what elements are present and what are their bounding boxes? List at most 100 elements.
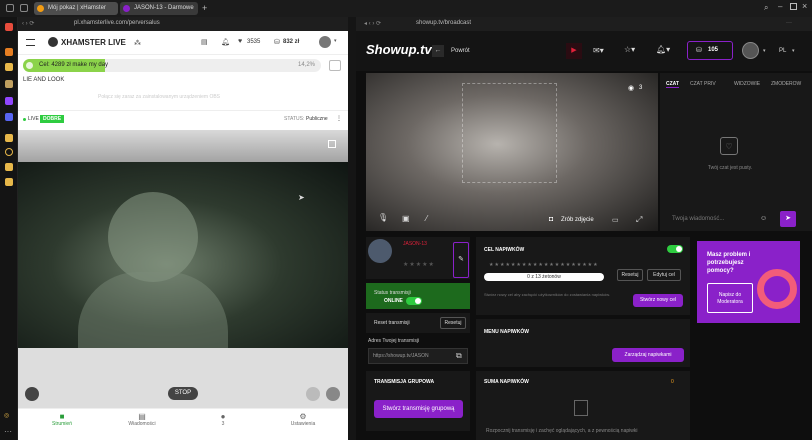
mail-icon[interactable]: ✉▾ [593, 46, 604, 55]
profile-card: JASON-13 ★★★★★ ✎ [366, 237, 470, 279]
pip-icon[interactable]: ▭ [612, 216, 619, 224]
edit-profile-icon[interactable]: ✎ [453, 242, 469, 278]
record-icon[interactable]: ▶ [566, 43, 582, 59]
take-photo-button[interactable]: Zrób zdjęcie [561, 217, 594, 223]
browser-menu-icon[interactable] [6, 4, 14, 12]
twitch-icon[interactable] [5, 97, 13, 105]
chevron-down-icon[interactable]: ▾ [763, 48, 766, 54]
nav-messages[interactable]: ▤ Wiadomości [122, 412, 162, 427]
language-select[interactable]: PL [779, 48, 786, 54]
webcam-video[interactable]: ➤ [18, 162, 348, 348]
settings-icon[interactable] [326, 387, 340, 401]
sidebar-app-icon[interactable] [5, 63, 13, 71]
nav-stream[interactable]: ■ Strumień [42, 412, 82, 427]
back-arrow-icon[interactable]: ← [432, 45, 444, 57]
create-group-button[interactable]: Stwórz transmisję grupową [374, 400, 463, 418]
close-icon[interactable]: × [802, 1, 807, 11]
sidebar-app-icon[interactable] [5, 48, 13, 56]
star-icon[interactable]: ☆▾ [624, 45, 635, 54]
messages-icon[interactable]: ▤ [201, 38, 208, 46]
tokens-button[interactable]: ⛁ 105 [687, 41, 733, 60]
extensions-icon[interactable] [5, 178, 13, 186]
stop-button[interactable]: STOP [168, 387, 198, 400]
bell-icon[interactable]: 🔔︎▾ [656, 45, 670, 54]
live-status-row: LIVE DOBRE STATUS: Publiczne ⋮ [18, 110, 348, 128]
workspace-icon[interactable] [20, 4, 28, 12]
chevron-down-icon[interactable]: ▾ [792, 48, 795, 54]
new-tab-icon[interactable]: + [202, 3, 207, 13]
back-link[interactable]: Powrót [451, 48, 470, 54]
menu-icon[interactable]: ··· [786, 20, 792, 26]
url-field[interactable]: pl.xhamsterlive.com/perversalus [74, 20, 160, 26]
site-logo[interactable]: XHAMSTER LIVE [61, 38, 126, 47]
browser-sidebar: ◎ ··· [0, 17, 18, 440]
bell-icon[interactable]: 🔔︎ [221, 38, 230, 46]
sidebar-app-icon[interactable] [5, 163, 13, 171]
address-value: https://showup.tv/JASON [373, 353, 429, 359]
sidebar-app-icon[interactable] [5, 23, 13, 31]
broadcast-video[interactable]: ◉ 3 🎙︎ ▣ ⁄ ◘ Zrób zdjęcie ▭ ⤢ [366, 73, 658, 231]
discord-icon[interactable] [5, 113, 13, 121]
pane-divider[interactable] [348, 17, 356, 440]
nav-arrows-icon[interactable]: ‹ › ⟳ [22, 20, 34, 27]
goal-title: CEL NAPIWKÓW [484, 247, 525, 253]
token-icon: ⛁ [274, 39, 280, 46]
tab-showup[interactable]: JASON-13 - Darmowe [120, 2, 198, 15]
kebab-menu-icon[interactable]: ⋮ [336, 115, 342, 122]
status-value[interactable]: Publiczne [306, 116, 328, 122]
sidebar-app-icon[interactable] [5, 134, 13, 142]
site-header: XHAMSTER LIVE ⁂ ▤ 🔔︎ ♥ 3535 ⛁ 832 zł ▾ [18, 31, 348, 55]
url-field[interactable]: showup.tv/broadcast [416, 20, 471, 26]
community-icon[interactable]: ⁂ [134, 39, 141, 47]
nav-label: Wiadomości [128, 421, 156, 427]
toggle-knob [415, 298, 421, 304]
hamburger-icon[interactable] [26, 39, 35, 46]
avatar[interactable] [368, 239, 392, 263]
goal-edit-icon[interactable] [329, 60, 341, 71]
goal-icon [26, 62, 33, 69]
history-icon[interactable] [5, 148, 13, 156]
tab-moderated[interactable]: ZMODEROW [771, 81, 801, 87]
tab-chat-priv[interactable]: CZAT PRIV [690, 81, 716, 87]
cursor-icon: ➤ [298, 193, 305, 202]
new-goal-button[interactable]: Stwórz nowy cel [633, 294, 683, 307]
site-logo[interactable]: Showup.tv [366, 42, 432, 57]
manage-tips-button[interactable]: Zarządzaj napiwkami [612, 348, 684, 362]
avatar[interactable] [319, 36, 331, 48]
swap-camera-icon[interactable] [25, 387, 39, 401]
fullscreen-icon[interactable] [328, 140, 336, 148]
nav-label: Strumień [51, 421, 72, 427]
minimize-icon[interactable]: – [778, 2, 782, 11]
nav-arrows-icon[interactable]: ◂ ‹ › ⟳ [364, 20, 381, 27]
maximize-icon[interactable] [790, 3, 797, 10]
mic-icon[interactable]: 🎙︎ [378, 213, 388, 222]
tab-viewers[interactable]: WIDZOWIE [734, 81, 760, 87]
nav-users[interactable]: ● 3 [203, 412, 243, 427]
sidebar-bottom-icon[interactable]: ◎ [4, 412, 9, 419]
tokens-balance[interactable]: 832 zł [283, 39, 299, 45]
camera-settings-icon[interactable]: ▣ [402, 214, 410, 223]
goal-reset-button[interactable]: Resetuj [617, 269, 643, 281]
chevron-down-icon[interactable]: ▾ [334, 38, 337, 44]
goal-edit-button[interactable]: Edytuj cel [647, 269, 681, 281]
more-icon[interactable]: ··· [4, 427, 12, 436]
tab-chat[interactable]: CZAT [666, 81, 679, 88]
search-icon[interactable]: ⌕ [764, 3, 768, 13]
fullscreen-icon[interactable]: ⤢ [636, 215, 642, 225]
nav-settings[interactable]: ⚙ Ustawienia [283, 412, 323, 427]
address-field[interactable]: https://showup.tv/JASON ⧉ [368, 348, 468, 364]
reset-button[interactable]: Resetuj [440, 317, 466, 329]
chat-input[interactable]: Twoja wiadomość... [672, 216, 724, 222]
emoji-icon[interactable]: ☺ [760, 215, 767, 222]
goal-toggle[interactable] [667, 245, 683, 253]
tab-xhamster[interactable]: Mój pokaz | xHamster [34, 2, 118, 15]
status-toggle[interactable] [406, 297, 422, 305]
audio-icon[interactable] [306, 387, 320, 401]
sidebar-app-icon[interactable] [5, 80, 13, 88]
copy-icon[interactable]: ⧉ [456, 351, 462, 361]
address-bar-left: ‹ › ⟳ pl.xhamsterlive.com/perversalus [18, 17, 348, 31]
send-button[interactable]: ➤ [780, 211, 796, 227]
avatar[interactable] [742, 42, 759, 59]
contact-moderator-button[interactable]: Napisz do Moderatora [707, 283, 753, 313]
effects-icon[interactable]: ⁄ [426, 214, 427, 223]
